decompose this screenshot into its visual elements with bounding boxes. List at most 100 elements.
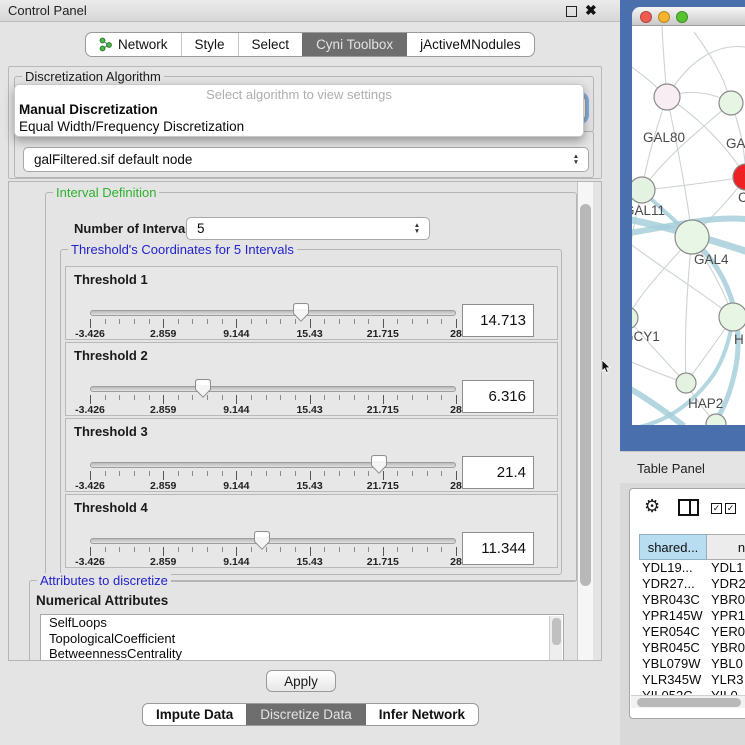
tab-label: Cyni Toolbox xyxy=(316,37,393,52)
tab-cyni-toolbox[interactable]: Cyni Toolbox xyxy=(302,33,406,56)
tick-mark xyxy=(456,471,457,480)
tick-mark xyxy=(427,319,428,324)
threshold-value-field[interactable]: 11.344 xyxy=(462,532,534,565)
zoom-traffic-light-icon[interactable] xyxy=(676,11,688,23)
table-row[interactable]: YER054CYER0 xyxy=(630,624,745,640)
threshold-slider[interactable]: -3.4262.8599.14415.4321.71528 xyxy=(90,419,456,493)
cell-name: YLR3 xyxy=(711,672,744,687)
table-row[interactable]: YBL079WYBL0 xyxy=(630,656,745,672)
network-node-gal11[interactable] xyxy=(632,177,655,203)
threshold-panel-4: Threshold 4-3.4262.8599.14415.4321.71528… xyxy=(65,494,558,568)
tab-impute-data[interactable]: Impute Data xyxy=(143,704,246,725)
thresholds-group-title: Threshold's Coordinates for 5 Intervals xyxy=(68,242,297,257)
attribute-item-topologicalcoefficient[interactable]: TopologicalCoefficient xyxy=(41,631,563,647)
network-canvas[interactable]: GAL80GACGAL11GAL4GCY1HHAP2 xyxy=(632,26,745,425)
app-root: Control Panel ✖ NetworkStyleSelectCyni T… xyxy=(0,0,745,745)
tick-mark xyxy=(324,471,325,476)
network-node-ga[interactable] xyxy=(719,91,743,115)
threshold-panel-1: Threshold 1-3.4262.8599.14415.4321.71528… xyxy=(65,266,558,340)
network-edge xyxy=(642,103,731,190)
float-window-icon[interactable] xyxy=(566,6,577,17)
tick-mark xyxy=(383,471,384,480)
network-node-c[interactable] xyxy=(733,164,745,190)
table-row[interactable]: YBR045CYBR0 xyxy=(630,640,745,656)
threshold-slider[interactable]: -3.4262.8599.14415.4321.71528 xyxy=(90,267,456,341)
apply-button[interactable]: Apply xyxy=(266,670,336,692)
scale-label: 21.715 xyxy=(367,480,399,492)
tick-mark xyxy=(354,471,355,476)
network-node-hap2[interactable] xyxy=(676,373,696,393)
network-node-gcy1[interactable] xyxy=(632,307,638,329)
settings-vertical-scrollbar[interactable] xyxy=(577,182,593,660)
discretization-algorithm-group-title: Discretization Algorithm xyxy=(22,69,164,84)
tick-mark xyxy=(412,395,413,400)
tab-select[interactable]: Select xyxy=(238,33,303,56)
network-edge xyxy=(642,177,745,190)
tab-discretize-data[interactable]: Discretize Data xyxy=(246,704,365,725)
tick-mark xyxy=(163,395,164,404)
cell-name: YBL0 xyxy=(711,656,743,671)
slider-track[interactable] xyxy=(90,386,456,392)
table-data-combobox[interactable]: galFiltered.sif default node ▲▼ xyxy=(23,147,589,172)
tab-network[interactable]: Network xyxy=(86,33,181,56)
tick-mark xyxy=(192,471,193,476)
tab-style[interactable]: Style xyxy=(181,33,238,56)
tick-mark xyxy=(441,547,442,552)
tick-mark xyxy=(397,319,398,324)
number-of-intervals-combobox[interactable]: 5 ▲▼ xyxy=(186,217,430,240)
scale-label: 21.715 xyxy=(367,328,399,340)
checkbox-icon[interactable]: ✓ xyxy=(711,503,722,514)
network-node-h[interactable] xyxy=(719,303,745,331)
slider-track[interactable] xyxy=(90,538,456,544)
table-row[interactable]: YPR145WYPR1 xyxy=(630,608,745,624)
checkbox-icon[interactable]: ✓ xyxy=(725,503,736,514)
table-row[interactable]: YDR27...YDR2 xyxy=(630,576,745,592)
tick-mark xyxy=(207,395,208,400)
threshold-slider[interactable]: -3.4262.8599.14415.4321.71528 xyxy=(90,495,456,569)
slider-track[interactable] xyxy=(90,310,456,316)
threshold-value-field[interactable]: 14.713 xyxy=(462,304,534,337)
tick-mark xyxy=(441,319,442,324)
close-icon[interactable]: ✖ xyxy=(585,2,597,19)
split-columns-icon[interactable] xyxy=(678,499,699,516)
slider-scale-labels: -3.4262.8599.14415.4321.71528 xyxy=(90,556,456,567)
thresholds-group: Threshold's Coordinates for 5 Intervals … xyxy=(60,249,562,575)
attribute-item-betweennesscentrality[interactable]: BetweennessCentrality xyxy=(41,646,563,661)
threshold-slider[interactable]: -3.4262.8599.14415.4321.71528 xyxy=(90,343,456,417)
tick-mark xyxy=(412,547,413,552)
tick-mark xyxy=(397,471,398,476)
numerical-attributes-list[interactable]: SelfLoopsTopologicalCoefficientBetweenne… xyxy=(40,614,564,661)
threshold-value-field[interactable]: 21.4 xyxy=(462,456,534,489)
column-header-name[interactable]: n xyxy=(707,534,745,560)
slider-scale-labels: -3.4262.8599.14415.4321.71528 xyxy=(90,404,456,415)
table-row[interactable]: YLR345WYLR3 xyxy=(630,672,745,688)
tick-mark xyxy=(90,547,91,556)
tick-mark xyxy=(339,547,340,552)
tick-mark xyxy=(105,395,106,400)
attributes-list-scrollbar[interactable] xyxy=(549,616,562,661)
scale-label: 15.43 xyxy=(296,328,322,340)
gear-icon[interactable]: ⚙ xyxy=(644,496,660,517)
network-node-gal80[interactable] xyxy=(654,84,680,110)
attribute-item-selfloops[interactable]: SelfLoops xyxy=(41,615,563,631)
table-row[interactable]: YIL052CYIL0 xyxy=(630,688,745,695)
table-row[interactable]: YDL19...YDL1 xyxy=(630,560,745,576)
minimize-traffic-light-icon[interactable] xyxy=(658,11,670,23)
tick-mark xyxy=(441,395,442,400)
cyni-bottom-tabbar: Impute DataDiscretize Data Infer Network xyxy=(142,703,479,726)
tab-infer-network[interactable]: Infer Network xyxy=(365,704,478,725)
table-row[interactable]: YBR043CYBR0 xyxy=(630,592,745,608)
tick-mark xyxy=(149,471,150,476)
tick-mark xyxy=(192,319,193,324)
close-traffic-light-icon[interactable] xyxy=(640,11,652,23)
dropdown-option-equal-width-frequency-discretization[interactable]: Equal Width/Frequency Discretization xyxy=(19,119,579,134)
slider-track[interactable] xyxy=(90,462,456,468)
column-header-shared-name[interactable]: shared... xyxy=(639,534,707,560)
threshold-value-field[interactable]: 6.316 xyxy=(462,380,534,413)
dropdown-option-manual-discretization[interactable]: Manual Discretization xyxy=(19,102,579,117)
tick-mark xyxy=(383,319,384,328)
tab-label: Infer Network xyxy=(379,707,465,722)
tab-jactivemnodules[interactable]: jActiveMNodules xyxy=(406,33,534,56)
network-node-gal4[interactable] xyxy=(675,220,709,254)
table-horizontal-scrollbar[interactable] xyxy=(631,695,745,708)
